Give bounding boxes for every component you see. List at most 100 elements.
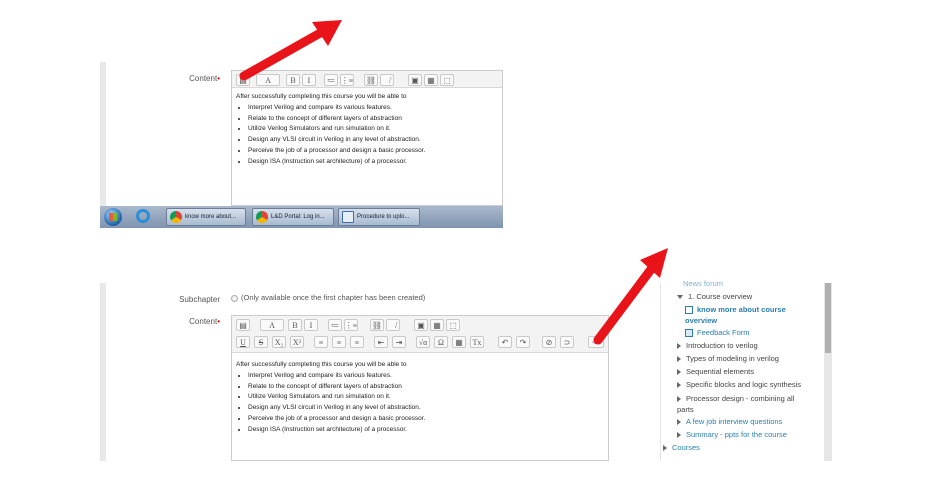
windows-taskbar: know more about... L&D Portal: Log in...… [100, 206, 503, 228]
align-left-button[interactable]: ≡ [314, 336, 328, 348]
nav-link-summary[interactable]: Summary - ppts for the course [677, 430, 787, 439]
file-button[interactable]: ⬚ [446, 319, 460, 331]
font-size-button[interactable]: A [260, 319, 284, 331]
list-item: Relate to the concept of different layer… [248, 114, 498, 125]
taskbar-button-chrome-2[interactable]: L&D Portal: Log in... [252, 208, 334, 226]
nav-item-types-of-modeling[interactable]: Types of modeling in verilog [677, 354, 779, 363]
nav-item-label: Introduction to verilog [686, 341, 758, 350]
collapsed-arrow-icon [677, 356, 681, 363]
editor-toolbar-row-2: U S X₂ X² ≡ ≡ ≡ ⇤ ⇥ √α Ω ▦ Tx ↶ ↷ ⊘ ⊃ <> [232, 333, 608, 353]
subscript-button[interactable]: X₂ [272, 336, 286, 348]
nav-link-label: Summary - ppts for the course [686, 430, 787, 439]
screenreader-helper-button[interactable]: ⊃ [560, 336, 574, 348]
navigation-panel: News forum 1. Course overview know more … [660, 279, 832, 461]
nav-item-label: Types of modeling in verilog [686, 354, 779, 363]
taskbar-button-label: Procedure to uplo... [357, 214, 410, 220]
editor-toolbar-row-1: ▤ A B I ≔ ⋮≡ ⛓ ⛓̸ ▣ ▦ ⬚ [232, 316, 608, 333]
equation-button[interactable]: √α [416, 336, 430, 348]
special-char-button[interactable]: Ω [434, 336, 448, 348]
taskbar-button-label: know more about... [185, 214, 237, 220]
list-item: Design ISA (Instruction set architecture… [248, 425, 604, 436]
list-item: Design any VLSI circuit in Verilog in an… [248, 403, 604, 414]
toolbar-toggle-button[interactable]: ▤ [236, 319, 250, 331]
nav-feedback-label: Feedback Form [697, 328, 750, 337]
ie-taskbar-button[interactable] [136, 209, 152, 225]
superscript-button[interactable]: X² [290, 336, 304, 348]
list-item: Interpret Verilog and compare its variou… [248, 371, 604, 382]
nav-link-job-interview[interactable]: A few job interview questions [677, 417, 782, 426]
taskbar-button-document[interactable]: Procedure to uplo... [338, 208, 420, 226]
file-button[interactable]: ⬚ [440, 74, 454, 86]
redo-button[interactable]: ↷ [516, 336, 530, 348]
media-button[interactable]: ▦ [424, 74, 438, 86]
nav-section-label: 1. Course overview [688, 292, 753, 301]
taskbar-button-chrome-1[interactable]: know more about... [166, 208, 246, 226]
nav-item-label: Processor design - combining all parts [677, 394, 795, 414]
outcomes-list: Interpret Verilog and compare its variou… [236, 103, 498, 168]
chrome-icon [256, 211, 268, 223]
link-button[interactable]: ⛓ [364, 74, 378, 86]
nav-scrollbar-track[interactable] [824, 283, 832, 461]
image-button[interactable]: ▣ [408, 74, 422, 86]
image-button[interactable]: ▣ [414, 319, 428, 331]
outdent-button[interactable]: ⇤ [374, 336, 388, 348]
list-item: Perceive the job of a processor and desi… [248, 414, 604, 425]
nav-courses[interactable]: Courses [663, 443, 700, 452]
nav-news-forum[interactable]: News forum [683, 279, 723, 288]
nav-item-specific-blocks[interactable]: Specific blocks and logic synthesis [677, 380, 801, 389]
nav-item-sequential-elements[interactable]: Sequential elements [677, 367, 754, 376]
nav-section-course-overview[interactable]: 1. Course overview [677, 292, 752, 301]
numbered-list-button[interactable]: ⋮≡ [344, 319, 358, 331]
left-margin-strip [100, 283, 106, 461]
align-center-button[interactable]: ≡ [332, 336, 346, 348]
taskbar-button-label: L&D Portal: Log in... [271, 214, 325, 220]
accessibility-checker-button[interactable]: ⊘ [542, 336, 556, 348]
required-mark: • [217, 317, 220, 326]
nav-item-introduction[interactable]: Introduction to verilog [677, 341, 758, 350]
unlink-button[interactable]: ⛓̸ [380, 74, 394, 86]
editor-content[interactable]: After successfully completing this cours… [236, 92, 498, 168]
chrome-icon [170, 211, 182, 223]
align-right-button[interactable]: ≡ [350, 336, 364, 348]
document-icon [342, 211, 354, 223]
start-button[interactable] [104, 208, 122, 226]
red-arrow-bottom [593, 248, 668, 345]
collapsed-arrow-icon [677, 382, 681, 389]
undo-button[interactable]: ↶ [498, 336, 512, 348]
bullet-list-button[interactable]: ≔ [328, 319, 342, 331]
table-button[interactable]: ▦ [452, 336, 466, 348]
subchapter-label: Subchapter [179, 295, 220, 304]
bottom-screenshot-panel: Subchapter (Only available once the firs… [100, 283, 640, 461]
strikethrough-button[interactable]: S [254, 336, 268, 348]
italic-button[interactable]: I [304, 319, 318, 331]
nav-item-label: Sequential elements [686, 367, 754, 376]
content-editor[interactable]: ▤ A B I ≔ ⋮≡ ⛓ ⛓̸ ▣ ▦ ⬚ After successful… [231, 70, 503, 206]
subchapter-checkbox[interactable] [231, 295, 238, 302]
unlink-button[interactable]: ⛓̸ [386, 319, 400, 331]
collapsed-arrow-icon [663, 445, 667, 452]
indent-button[interactable]: ⇥ [392, 336, 406, 348]
content-label: Content• [160, 74, 220, 83]
internet-explorer-icon [136, 209, 150, 223]
required-mark: • [217, 74, 220, 83]
content-label-text: Content [189, 317, 218, 326]
red-arrow-top [239, 20, 342, 81]
left-margin-strip [100, 62, 106, 206]
nav-item-processor-design[interactable]: Processor design - combining all parts [677, 393, 805, 415]
media-button[interactable]: ▦ [430, 319, 444, 331]
underline-button[interactable]: U [236, 336, 250, 348]
feedback-icon [685, 329, 693, 338]
intro-text: After successfully completing this cours… [236, 361, 407, 368]
nav-item-label: Specific blocks and logic synthesis [686, 380, 802, 389]
link-button[interactable]: ⛓ [370, 319, 384, 331]
content-editor[interactable]: ▤ A B I ≔ ⋮≡ ⛓ ⛓̸ ▣ ▦ ⬚ U S X₂ X² ≡ ≡ ≡ … [231, 315, 609, 461]
nav-current-page[interactable]: know more about course overview [685, 304, 805, 326]
bold-button[interactable]: B [288, 319, 302, 331]
nav-scrollbar-thumb[interactable] [825, 283, 831, 353]
list-item: Interpret Verilog and compare its variou… [248, 103, 498, 114]
list-item: Design ISA (Instruction set architecture… [248, 157, 498, 168]
editor-content[interactable]: After successfully completing this cours… [236, 360, 604, 436]
nav-feedback-form[interactable]: Feedback Form [685, 328, 750, 338]
clear-format-button[interactable]: Tx [470, 336, 484, 348]
list-item: Design any VLSI circuit in Verilog in an… [248, 135, 498, 146]
